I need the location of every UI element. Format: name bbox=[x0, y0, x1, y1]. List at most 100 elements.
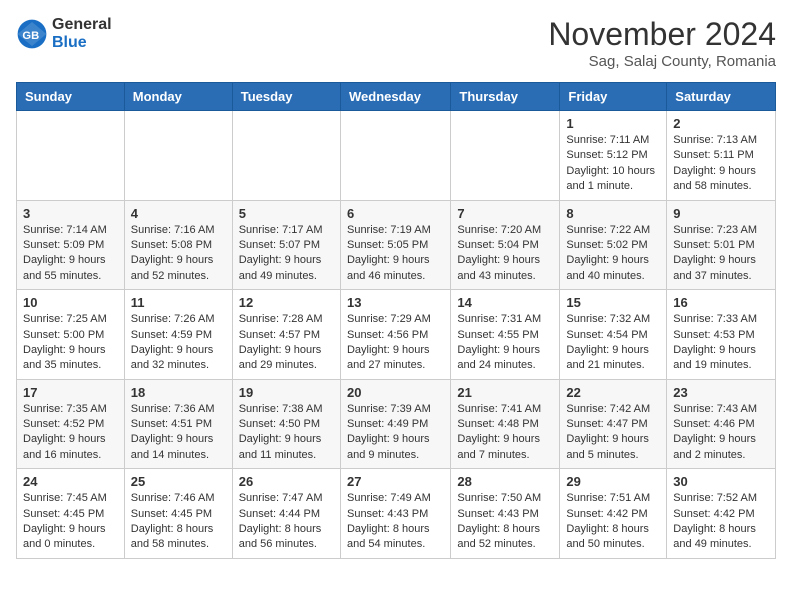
day-info: Sunrise: 7:52 AM Sunset: 4:42 PM Dayligh… bbox=[673, 491, 769, 553]
day-info: Sunrise: 7:42 AM Sunset: 4:47 PM Dayligh… bbox=[566, 402, 660, 464]
calendar-cell: 30 Sunrise: 7:52 AM Sunset: 4:42 PM Dayli… bbox=[667, 469, 776, 559]
calendar-cell: 20 Sunrise: 7:39 AM Sunset: 4:49 PM Dayli… bbox=[340, 379, 450, 469]
day-number: 2 bbox=[673, 116, 769, 131]
calendar-cell: 5 Sunrise: 7:17 AM Sunset: 5:07 PM Daylig… bbox=[232, 200, 340, 290]
day-number: 14 bbox=[457, 295, 553, 310]
calendar-cell bbox=[124, 111, 232, 201]
day-number: 4 bbox=[131, 206, 226, 221]
day-number: 8 bbox=[566, 206, 660, 221]
calendar-cell: 2 Sunrise: 7:13 AM Sunset: 5:11 PM Daylig… bbox=[667, 111, 776, 201]
logo-general: General bbox=[52, 16, 112, 34]
calendar-cell: 23 Sunrise: 7:43 AM Sunset: 4:46 PM Dayli… bbox=[667, 379, 776, 469]
calendar-week-row: 17 Sunrise: 7:35 AM Sunset: 4:52 PM Dayli… bbox=[17, 379, 776, 469]
calendar-cell: 29Sunrise: 7:51 AM Sunset: 4:42 PM Dayli… bbox=[560, 469, 667, 559]
calendar-cell: 17 Sunrise: 7:35 AM Sunset: 4:52 PM Dayli… bbox=[17, 379, 125, 469]
day-number: 16 bbox=[673, 295, 769, 310]
calendar-cell: 15 Sunrise: 7:32 AM Sunset: 4:54 PM Dayli… bbox=[560, 290, 667, 380]
calendar-cell: 22 Sunrise: 7:42 AM Sunset: 4:47 PM Dayli… bbox=[560, 379, 667, 469]
weekday-header-row: SundayMondayTuesdayWednesdayThursdayFrid… bbox=[17, 83, 776, 111]
calendar-cell: 3Sunrise: 7:14 AM Sunset: 5:09 PM Daylig… bbox=[17, 200, 125, 290]
day-number: 18 bbox=[131, 385, 226, 400]
calendar-cell bbox=[451, 111, 560, 201]
day-number: 20 bbox=[347, 385, 444, 400]
calendar-week-row: 3Sunrise: 7:14 AM Sunset: 5:09 PM Daylig… bbox=[17, 200, 776, 290]
calendar-cell: 26Sunrise: 7:47 AM Sunset: 4:44 PM Dayli… bbox=[232, 469, 340, 559]
weekday-header: Sunday bbox=[17, 83, 125, 111]
calendar-cell bbox=[232, 111, 340, 201]
day-info: Sunrise: 7:35 AM Sunset: 4:52 PM Dayligh… bbox=[23, 402, 118, 464]
day-number: 13 bbox=[347, 295, 444, 310]
day-info: Sunrise: 7:39 AM Sunset: 4:49 PM Dayligh… bbox=[347, 402, 444, 464]
day-info: Sunrise: 7:11 AM Sunset: 5:12 PM Dayligh… bbox=[566, 133, 660, 195]
svg-text:GB: GB bbox=[22, 29, 39, 41]
calendar-cell: 21 Sunrise: 7:41 AM Sunset: 4:48 PM Dayli… bbox=[451, 379, 560, 469]
day-info: Sunrise: 7:38 AM Sunset: 4:50 PM Dayligh… bbox=[239, 402, 334, 464]
day-number: 25 bbox=[131, 474, 226, 489]
day-number: 24 bbox=[23, 474, 118, 489]
calendar-cell: 11 Sunrise: 7:26 AM Sunset: 4:59 PM Dayli… bbox=[124, 290, 232, 380]
calendar-cell: 9Sunrise: 7:23 AM Sunset: 5:01 PM Daylig… bbox=[667, 200, 776, 290]
day-info: Sunrise: 7:20 AM Sunset: 5:04 PM Dayligh… bbox=[457, 223, 553, 285]
day-number: 7 bbox=[457, 206, 553, 221]
day-number: 22 bbox=[566, 385, 660, 400]
logo-icon: GB bbox=[16, 18, 48, 50]
day-info: Sunrise: 7:22 AM Sunset: 5:02 PM Dayligh… bbox=[566, 223, 660, 285]
day-number: 29 bbox=[566, 474, 660, 489]
calendar-cell: 27Sunrise: 7:49 AM Sunset: 4:43 PM Dayli… bbox=[340, 469, 450, 559]
day-number: 12 bbox=[239, 295, 334, 310]
day-info: Sunrise: 7:29 AM Sunset: 4:56 PM Dayligh… bbox=[347, 312, 444, 374]
subtitle: Sag, Salaj County, Romania bbox=[548, 53, 776, 70]
day-number: 10 bbox=[23, 295, 118, 310]
calendar-cell: 4Sunrise: 7:16 AM Sunset: 5:08 PM Daylig… bbox=[124, 200, 232, 290]
calendar-cell bbox=[17, 111, 125, 201]
day-info: Sunrise: 7:50 AM Sunset: 4:43 PM Dayligh… bbox=[457, 491, 553, 553]
day-number: 23 bbox=[673, 385, 769, 400]
calendar-week-row: 1 Sunrise: 7:11 AM Sunset: 5:12 PM Daylig… bbox=[17, 111, 776, 201]
calendar-cell bbox=[340, 111, 450, 201]
calendar-cell: 7 Sunrise: 7:20 AM Sunset: 5:04 PM Daylig… bbox=[451, 200, 560, 290]
calendar-week-row: 10 Sunrise: 7:25 AM Sunset: 5:00 PM Dayli… bbox=[17, 290, 776, 380]
logo-blue: Blue bbox=[52, 34, 112, 52]
calendar-cell: 14Sunrise: 7:31 AM Sunset: 4:55 PM Dayli… bbox=[451, 290, 560, 380]
calendar-cell: 8 Sunrise: 7:22 AM Sunset: 5:02 PM Daylig… bbox=[560, 200, 667, 290]
calendar-cell: 24Sunrise: 7:45 AM Sunset: 4:45 PM Dayli… bbox=[17, 469, 125, 559]
day-number: 6 bbox=[347, 206, 444, 221]
calendar-cell: 6 Sunrise: 7:19 AM Sunset: 5:05 PM Daylig… bbox=[340, 200, 450, 290]
day-info: Sunrise: 7:36 AM Sunset: 4:51 PM Dayligh… bbox=[131, 402, 226, 464]
weekday-header: Saturday bbox=[667, 83, 776, 111]
day-info: Sunrise: 7:19 AM Sunset: 5:05 PM Dayligh… bbox=[347, 223, 444, 285]
calendar-cell: 19 Sunrise: 7:38 AM Sunset: 4:50 PM Dayli… bbox=[232, 379, 340, 469]
day-info: Sunrise: 7:26 AM Sunset: 4:59 PM Dayligh… bbox=[131, 312, 226, 374]
day-number: 1 bbox=[566, 116, 660, 131]
day-number: 27 bbox=[347, 474, 444, 489]
calendar-cell: 12Sunrise: 7:28 AM Sunset: 4:57 PM Dayli… bbox=[232, 290, 340, 380]
day-info: Sunrise: 7:17 AM Sunset: 5:07 PM Dayligh… bbox=[239, 223, 334, 285]
day-info: Sunrise: 7:25 AM Sunset: 5:00 PM Dayligh… bbox=[23, 312, 118, 374]
calendar-cell: 13 Sunrise: 7:29 AM Sunset: 4:56 PM Dayli… bbox=[340, 290, 450, 380]
weekday-header: Tuesday bbox=[232, 83, 340, 111]
day-number: 17 bbox=[23, 385, 118, 400]
day-info: Sunrise: 7:33 AM Sunset: 4:53 PM Dayligh… bbox=[673, 312, 769, 374]
day-info: Sunrise: 7:41 AM Sunset: 4:48 PM Dayligh… bbox=[457, 402, 553, 464]
day-number: 5 bbox=[239, 206, 334, 221]
calendar-cell: 25 Sunrise: 7:46 AM Sunset: 4:45 PM Dayli… bbox=[124, 469, 232, 559]
day-number: 30 bbox=[673, 474, 769, 489]
weekday-header: Monday bbox=[124, 83, 232, 111]
day-number: 3 bbox=[23, 206, 118, 221]
day-number: 21 bbox=[457, 385, 553, 400]
day-info: Sunrise: 7:32 AM Sunset: 4:54 PM Dayligh… bbox=[566, 312, 660, 374]
main-title: November 2024 bbox=[548, 16, 776, 53]
day-number: 28 bbox=[457, 474, 553, 489]
calendar-cell: 10 Sunrise: 7:25 AM Sunset: 5:00 PM Dayli… bbox=[17, 290, 125, 380]
day-number: 15 bbox=[566, 295, 660, 310]
day-info: Sunrise: 7:46 AM Sunset: 4:45 PM Dayligh… bbox=[131, 491, 226, 553]
weekday-header: Friday bbox=[560, 83, 667, 111]
day-info: Sunrise: 7:13 AM Sunset: 5:11 PM Dayligh… bbox=[673, 133, 769, 195]
day-number: 19 bbox=[239, 385, 334, 400]
weekday-header: Thursday bbox=[451, 83, 560, 111]
day-info: Sunrise: 7:43 AM Sunset: 4:46 PM Dayligh… bbox=[673, 402, 769, 464]
page-header: GB General Blue November 2024 Sag, Salaj… bbox=[16, 16, 776, 70]
day-number: 11 bbox=[131, 295, 226, 310]
calendar-cell: 18 Sunrise: 7:36 AM Sunset: 4:51 PM Dayli… bbox=[124, 379, 232, 469]
calendar-table: SundayMondayTuesdayWednesdayThursdayFrid… bbox=[16, 82, 776, 559]
